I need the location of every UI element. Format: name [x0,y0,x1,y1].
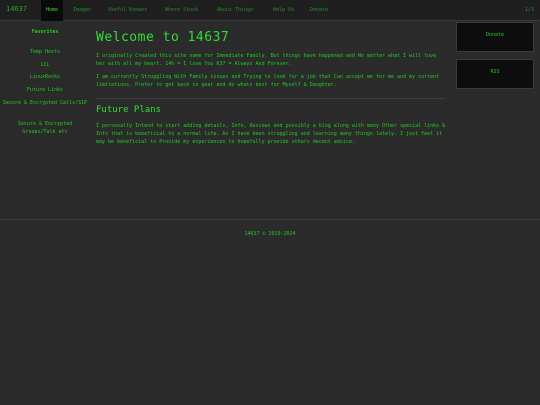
section-divider [96,98,446,99]
donate-box[interactable]: Donate [456,22,534,52]
sidebar-item-secure-calls[interactable]: Secure & Encrypted Calls/SIP [0,99,90,107]
page-title: Welcome to 14637 [96,30,230,45]
nav-home[interactable]: Home [41,0,64,21]
top-navigation-bar: 14637 Home Images Useful Knowns Where St… [0,0,540,21]
status-paragraph: I am currently Struggling With Family is… [96,74,440,88]
nav-help-us[interactable]: Help Us [268,0,299,21]
nav-donate[interactable]: Donate [305,0,333,21]
footer: 14637 © 2019-2024 [0,219,540,248]
nav-images[interactable]: Images [68,0,96,21]
nav-where-stock[interactable]: Where Stock [160,0,203,21]
section-title-future-plans: Future Plans [96,105,162,115]
footer-text: 14637 © 2019-2024 [244,231,296,237]
site-brand[interactable]: 14637 [6,5,27,13]
nav-about-things[interactable]: About Things [212,0,258,21]
sidebar-item-temp-hosts[interactable]: Temp Hosts [0,48,90,56]
nav-useful-knowns[interactable]: Useful Knowns [103,0,152,21]
sidebar: Favorites Temp Hosts LCL LinuxRocks Futu… [0,22,90,217]
future-plans-paragraph: I personally Intend to start adding deta… [96,123,446,145]
rss-box[interactable]: RSS [456,59,534,89]
nav-right-indicator[interactable]: 1/3 [525,0,534,21]
sidebar-item-linuxrocks[interactable]: LinuxRocks [0,73,90,81]
intro-paragraph: I originally Created this site name for … [96,53,437,67]
sidebar-item-future-links[interactable]: Future Links [0,86,90,94]
sidebar-item-lcl[interactable]: LCL [0,61,90,69]
sidebar-item-secure-groups[interactable]: Secure & Encrypted Groups/Talk etc [0,120,90,136]
sidebar-item-favorites[interactable]: Favorites [0,28,90,36]
